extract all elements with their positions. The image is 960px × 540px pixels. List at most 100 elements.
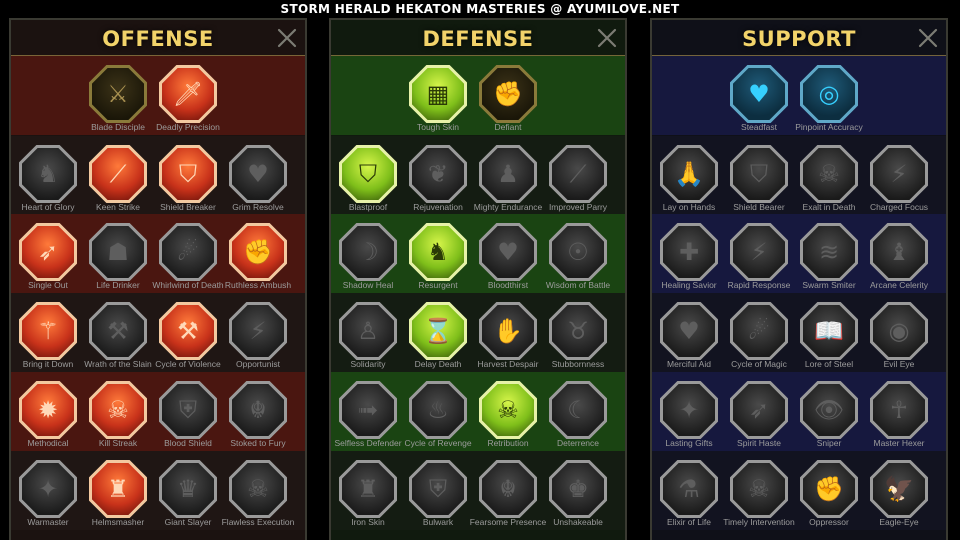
mastery-node[interactable]: ➶ Single Out xyxy=(12,223,82,301)
mastery-node[interactable]: ✋ Harvest Despair xyxy=(472,302,542,380)
mastery-node[interactable]: ⚒ Wrath of the Slain xyxy=(82,302,152,380)
mastery-node[interactable]: ⛨ Bulwark xyxy=(402,460,472,538)
lightning-shield-icon: ⚡ xyxy=(750,238,768,266)
mastery-node[interactable]: ❦ Rejuvenation xyxy=(402,145,472,223)
mastery-frame: ♜ xyxy=(339,460,397,518)
mastery-node[interactable]: 🙏 Lay on Hands xyxy=(653,145,723,223)
mastery-node[interactable]: ⛨ Blood Shield xyxy=(152,381,222,459)
mastery-node[interactable]: ⌛ Delay Death xyxy=(402,302,472,380)
close-icon[interactable] xyxy=(917,27,939,49)
mastery-icon-bg: ⛨ xyxy=(412,463,464,515)
mastery-node[interactable]: ✦ Lasting Gifts xyxy=(653,381,723,459)
mastery-frame: ♞ xyxy=(19,145,77,203)
mastery-node[interactable]: ♜ Helmsmasher xyxy=(82,460,152,538)
open-book-icon: 📖 xyxy=(814,317,844,345)
chevron-shield-icon: ⛉ xyxy=(359,160,377,188)
mastery-node[interactable]: ♜ Iron Skin xyxy=(332,460,402,538)
mastery-node[interactable]: ⛉ Shield Breaker xyxy=(152,145,222,223)
mastery-node[interactable]: ☽ Shadow Heal xyxy=(332,223,402,301)
mastery-node[interactable]: 📖 Lore of Steel xyxy=(793,302,863,380)
mastery-label: Elixir of Life xyxy=(667,517,711,527)
mastery-node[interactable]: ⛉ Blastproof xyxy=(332,145,402,223)
mastery-node[interactable]: ✹ Methodical xyxy=(12,381,82,459)
mastery-frame: ♥ xyxy=(660,302,718,360)
open-hand-icon: ✋ xyxy=(493,317,523,345)
mastery-frame: ☉ xyxy=(549,223,607,281)
mastery-label: Sniper xyxy=(816,438,842,448)
mastery-node[interactable]: ⚗ Elixir of Life xyxy=(653,460,723,538)
mastery-label: Pinpoint Accuracy xyxy=(795,122,863,132)
mastery-node[interactable]: ✊ Oppressor xyxy=(793,460,863,538)
comet-icon: ☄ xyxy=(748,317,770,345)
mastery-icon-bg: ☗ xyxy=(92,226,144,278)
mastery-node[interactable]: 👁 Sniper xyxy=(793,381,863,459)
mastery-node[interactable]: ✊ Defiant xyxy=(472,65,542,143)
mastery-node[interactable]: ◎ Pinpoint Accuracy xyxy=(793,65,863,143)
mastery-icon-bg: ♞ xyxy=(22,148,74,200)
mastery-icon-bg: ✹ xyxy=(22,384,74,436)
mastery-node[interactable]: ≋ Swarm Smiter xyxy=(793,223,863,301)
mastery-node[interactable]: ☠ Flawless Execution xyxy=(222,460,294,538)
mastery-node[interactable]: ⚔ Blade Disciple xyxy=(82,65,152,143)
mastery-node[interactable]: ✚ Healing Savior xyxy=(653,223,723,301)
mastery-node[interactable]: ⚚ Bring it Down xyxy=(12,302,82,380)
mastery-node[interactable]: ♨ Cycle of Revenge xyxy=(402,381,472,459)
mastery-node[interactable]: ♚ Unshakeable xyxy=(542,460,612,538)
eye-target-icon: 👁 xyxy=(813,396,845,424)
mastery-node[interactable]: ➶ Spirit Haste xyxy=(723,381,793,459)
mastery-node[interactable]: ☄ Cycle of Magic xyxy=(723,302,793,380)
mastery-node[interactable]: ☗ Life Drinker xyxy=(82,223,152,301)
mastery-node[interactable]: ▦ Tough Skin xyxy=(402,65,472,143)
close-icon[interactable] xyxy=(596,27,618,49)
mastery-node[interactable]: ⚡ Opportunist xyxy=(222,302,292,380)
mastery-node[interactable]: ♞ Resurgent xyxy=(402,223,472,301)
mastery-node[interactable]: ➟ Selfless Defender xyxy=(332,381,402,459)
mastery-node[interactable]: ⛉ Shield Bearer xyxy=(723,145,793,223)
mastery-node[interactable]: ♙ Solidarity xyxy=(332,302,402,380)
mastery-node[interactable]: ⚡ Rapid Response xyxy=(723,223,793,301)
mastery-node[interactable]: ☠ Kill Streak xyxy=(82,381,152,459)
mastery-frame: ☄ xyxy=(159,223,217,281)
mastery-node[interactable]: ◉ Evil Eye xyxy=(863,302,933,380)
mastery-node[interactable]: ♝ Arcane Celerity xyxy=(863,223,933,301)
close-icon[interactable] xyxy=(276,27,298,49)
mastery-node[interactable]: 🗡 Deadly Precision xyxy=(152,65,222,143)
mastery-node[interactable]: ☠ Timely Intervention xyxy=(723,460,795,538)
mastery-label: Oppressor xyxy=(809,517,849,527)
mastery-node[interactable]: ♥ Grim Resolve xyxy=(222,145,292,223)
mastery-node[interactable]: ✦ Warmaster xyxy=(12,460,82,538)
offense-panel: OFFENSE ⚔ Blade Disciple 🗡 Deadly Precision ♞… xyxy=(9,18,307,540)
panel-header: SUPPORT xyxy=(652,20,946,56)
mastery-node[interactable]: ♟ Mighty Endurance xyxy=(472,145,542,223)
mastery-icon-bg: ⛨ xyxy=(162,384,214,436)
mastery-node[interactable]: ☉ Wisdom of Battle xyxy=(542,223,612,301)
mastery-node[interactable]: ♥ Bloodthirst xyxy=(472,223,542,301)
mastery-node[interactable]: ♥ Steadfast xyxy=(723,65,793,143)
mastery-icon-bg: ▦ xyxy=(412,68,464,120)
mastery-node[interactable]: 🦅 Eagle-Eye xyxy=(863,460,933,538)
mastery-node[interactable]: ⟋ Keen Strike xyxy=(82,145,152,223)
mastery-icon-bg: ☠ xyxy=(482,384,534,436)
mastery-node[interactable]: ⚒ Cycle of Violence xyxy=(152,302,222,380)
mastery-node[interactable]: ☄ Whirlwind of Death xyxy=(152,223,224,301)
mastery-frame: ⛉ xyxy=(730,145,788,203)
mastery-node[interactable]: ♞ Heart of Glory xyxy=(12,145,82,223)
heart-hands-icon: ♥ xyxy=(748,80,770,108)
mastery-node[interactable]: ✊ Ruthless Ambush xyxy=(222,223,292,301)
mastery-node[interactable]: ♉ Stubbornness xyxy=(542,302,612,380)
mastery-label: Mighty Endurance xyxy=(473,202,543,212)
mastery-node[interactable]: ☬ Stoked to Fury xyxy=(222,381,292,459)
mastery-node[interactable]: ⚡ Charged Focus xyxy=(863,145,933,223)
mastery-label: Bring it Down xyxy=(22,359,74,369)
mastery-node[interactable]: ⟋ Improved Parry xyxy=(542,145,612,223)
mastery-node[interactable]: ♥ Merciful Aid xyxy=(653,302,723,380)
panel-title: SUPPORT xyxy=(742,27,856,51)
mastery-node[interactable]: ☠ Retribution xyxy=(472,381,542,459)
mastery-node[interactable]: ☠ Exalt in Death xyxy=(793,145,863,223)
mastery-frame: ☠ xyxy=(730,460,788,518)
mastery-node[interactable]: ☥ Master Hexer xyxy=(863,381,933,459)
mastery-node[interactable]: ☬ Fearsome Presence xyxy=(470,460,546,538)
defense-panel: DEFENSE ▦ Tough Skin ✊ Defiant ⛉ Blastproof ❦ Re… xyxy=(329,18,627,540)
mastery-node[interactable]: ☾ Deterrence xyxy=(542,381,612,459)
mastery-node[interactable]: ♛ Giant Slayer xyxy=(152,460,222,538)
